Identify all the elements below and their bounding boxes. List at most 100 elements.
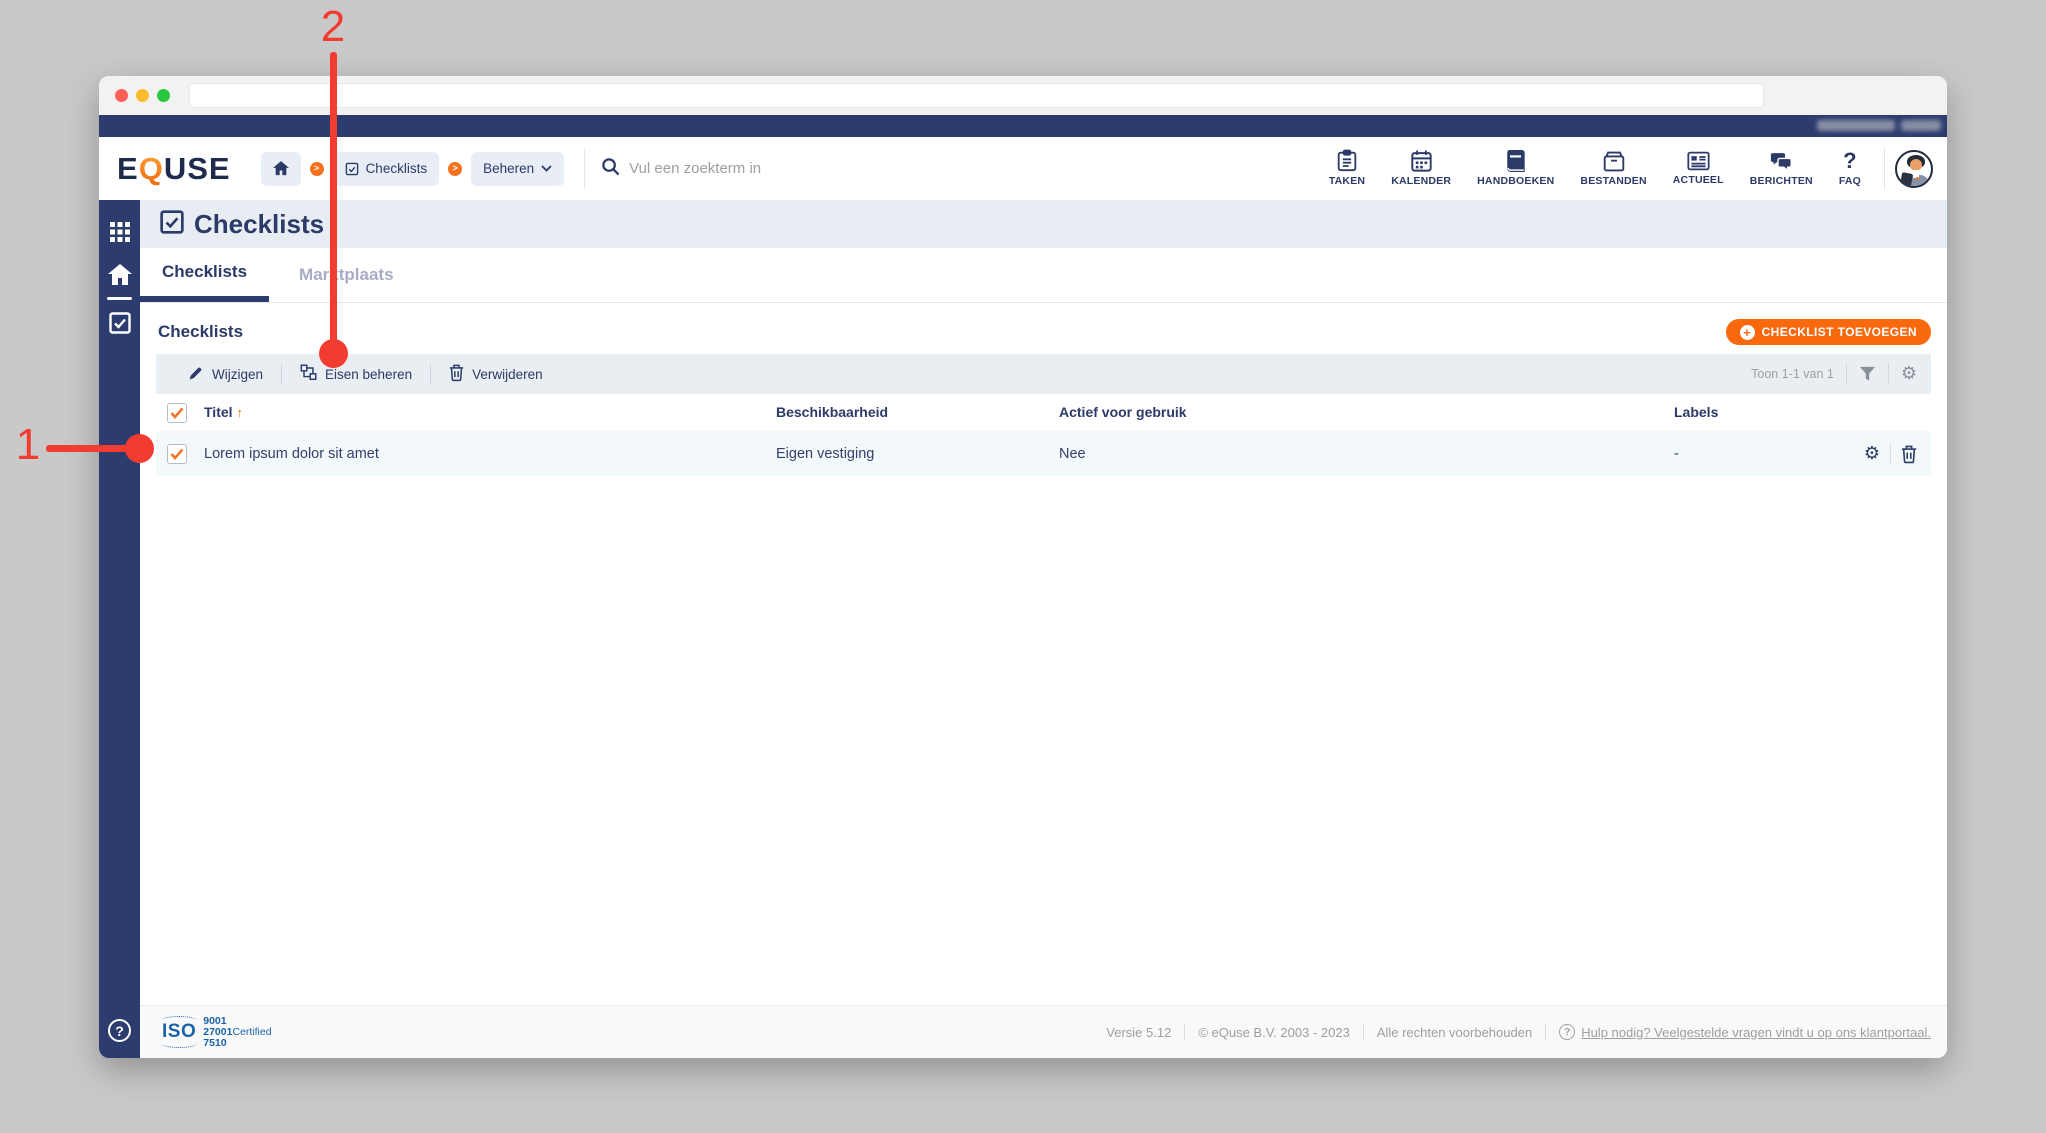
row-delete-trash-icon[interactable] bbox=[1901, 445, 1917, 463]
minimize-window-button[interactable] bbox=[136, 89, 149, 102]
table-settings-gear-icon[interactable]: ⚙ bbox=[1901, 365, 1917, 383]
select-all-checkbox[interactable] bbox=[167, 402, 187, 423]
help-icon[interactable]: ? bbox=[108, 1019, 131, 1042]
column-header-titel[interactable]: Titel bbox=[204, 404, 233, 420]
annotation-marker-2-dot bbox=[319, 339, 348, 368]
redacted-username-suffix bbox=[1901, 120, 1941, 131]
nav-item-taken[interactable]: TAKEN bbox=[1316, 149, 1378, 187]
toolbar-right-separator bbox=[1887, 363, 1889, 385]
table-toolbar: Wijzigen Eisen beheren Verwijderen Toon … bbox=[156, 354, 1931, 394]
sort-ascending-icon: ↑ bbox=[236, 404, 244, 420]
nav-item-actueel[interactable]: ACTUEEL bbox=[1660, 151, 1737, 186]
home-icon bbox=[272, 161, 289, 176]
clipboard-icon bbox=[1337, 149, 1357, 172]
cell-beschikbaarheid: Eigen vestiging bbox=[776, 445, 875, 462]
redacted-username bbox=[1817, 120, 1895, 131]
browser-chrome bbox=[99, 76, 1947, 115]
nav-label: BERICHTEN bbox=[1749, 174, 1813, 187]
column-header-actief[interactable]: Actief voor gebruik bbox=[1059, 404, 1187, 420]
newspaper-icon bbox=[1687, 151, 1710, 171]
logo-letter-q: Q bbox=[138, 150, 164, 186]
search-input[interactable] bbox=[629, 160, 880, 177]
sidebar-divider bbox=[107, 297, 132, 300]
help-circle-icon: ? bbox=[1559, 1024, 1576, 1040]
sidebar: ? bbox=[99, 200, 140, 1058]
row-action-separator bbox=[1890, 443, 1891, 464]
breadcrumb: > Checklists > Beheren bbox=[260, 151, 565, 186]
nav-label: HANDBOEKEN bbox=[1477, 175, 1555, 187]
home-icon bbox=[107, 264, 132, 291]
cell-actief: Nee bbox=[1059, 445, 1086, 462]
column-header-labels[interactable]: Labels bbox=[1674, 404, 1718, 420]
browser-window: E Q USE > Checklists > Beheren Vul een z… bbox=[99, 76, 1947, 1058]
annotation-marker-2-line bbox=[330, 52, 337, 354]
breadcrumb-beheren-dropdown[interactable]: Beheren bbox=[471, 151, 565, 186]
logo-letters-use: USE bbox=[163, 150, 231, 186]
content-area: Checklists + CHECKLIST TOEVOEGEN Wijzige… bbox=[140, 303, 1947, 1005]
nav-item-bestanden[interactable]: BESTANDEN bbox=[1567, 151, 1659, 187]
help-link[interactable]: Hulp nodig? Veelgestelde vragen vindt u … bbox=[1581, 1025, 1931, 1040]
archive-box-icon bbox=[1603, 151, 1625, 172]
sidebar-item-checklists[interactable] bbox=[99, 312, 140, 339]
add-checklist-button-label: CHECKLIST TOEVOEGEN bbox=[1761, 325, 1917, 339]
question-mark-icon: ? bbox=[1843, 148, 1857, 173]
pencil-icon bbox=[188, 365, 204, 384]
checklist-icon bbox=[345, 162, 359, 176]
checklist-icon bbox=[108, 312, 131, 339]
nav-item-handboeken[interactable]: HANDBOEKEN bbox=[1464, 150, 1567, 187]
row-settings-gear-icon[interactable]: ⚙ bbox=[1864, 444, 1880, 463]
cell-labels: - bbox=[1674, 445, 1679, 462]
footer-separator bbox=[1362, 1024, 1364, 1040]
screen: E Q USE > Checklists > Beheren Vul een z… bbox=[0, 0, 2046, 1133]
sidebar-item-apps[interactable] bbox=[99, 222, 140, 247]
manage-requirements-button[interactable]: Eisen beheren bbox=[282, 354, 430, 394]
footer-info: Versie 5.12 © eQuse B.V. 2003 - 2023 All… bbox=[1106, 1024, 1931, 1040]
window-controls bbox=[115, 89, 170, 102]
version-label: Versie 5.12 bbox=[1106, 1024, 1172, 1040]
cell-titel: Lorem ipsum dolor sit amet bbox=[204, 445, 379, 462]
close-window-button[interactable] bbox=[115, 89, 128, 102]
calendar-icon bbox=[1411, 150, 1432, 172]
nav-label: ACTUEEL bbox=[1672, 174, 1724, 186]
annotation-marker-2-label: 2 bbox=[320, 2, 346, 51]
add-checklist-button[interactable]: + CHECKLIST TOEVOEGEN bbox=[1725, 319, 1931, 345]
tab-checklists[interactable]: Checklists bbox=[140, 248, 270, 302]
chat-bubbles-icon bbox=[1770, 151, 1793, 172]
page-title: Checklists bbox=[194, 208, 325, 239]
equse-logo[interactable]: E Q USE bbox=[117, 151, 231, 187]
user-avatar[interactable] bbox=[1895, 149, 1933, 188]
nav-item-kalender[interactable]: KALENDER bbox=[1378, 150, 1464, 187]
delete-button[interactable]: Verwijderen bbox=[431, 354, 561, 394]
address-bar[interactable] bbox=[189, 83, 1764, 108]
breadcrumb-separator-icon: > bbox=[309, 161, 324, 176]
nav-item-berichten[interactable]: BERICHTEN bbox=[1737, 151, 1826, 187]
iso-numbers: 9001 27001Certified 7510 bbox=[203, 1014, 272, 1049]
maximize-window-button[interactable] bbox=[157, 89, 170, 102]
filter-icon[interactable] bbox=[1859, 366, 1876, 382]
nav-item-faq[interactable]: ? FAQ bbox=[1826, 148, 1874, 188]
logo-letter-e: E bbox=[117, 150, 139, 186]
column-header-beschikbaarheid[interactable]: Beschikbaarheid bbox=[776, 404, 888, 420]
section-header-row: Checklists + CHECKLIST TOEVOEGEN bbox=[156, 319, 1931, 345]
nav-label: TAKEN bbox=[1328, 175, 1366, 187]
nav-label: BESTANDEN bbox=[1580, 174, 1647, 187]
breadcrumb-home[interactable] bbox=[260, 151, 301, 186]
manage-requirements-label: Eisen beheren bbox=[325, 366, 413, 382]
search-box bbox=[601, 157, 880, 181]
edit-button[interactable]: Wijzigen bbox=[170, 354, 281, 394]
edit-button-label: Wijzigen bbox=[212, 366, 264, 382]
chevron-down-icon bbox=[541, 165, 552, 172]
book-icon bbox=[1506, 150, 1525, 172]
header-divider bbox=[584, 148, 586, 189]
app-body: ? Checklists . Checklists Marktplaats Ch bbox=[99, 200, 1947, 1058]
sidebar-item-home[interactable] bbox=[99, 264, 140, 291]
breadcrumb-checklists[interactable]: Checklists bbox=[332, 151, 440, 186]
toolbar-right: Toon 1-1 van 1 ⚙ bbox=[1751, 363, 1917, 385]
tab-marktplaats[interactable]: Marktplaats bbox=[277, 248, 415, 302]
row-checkbox[interactable] bbox=[167, 443, 187, 464]
table-row[interactable]: Lorem ipsum dolor sit amet Eigen vestigi… bbox=[156, 431, 1931, 476]
footer: ISO 9001 27001Certified 7510 Versie 5.12… bbox=[140, 1005, 1947, 1058]
page-title-bar: Checklists . bbox=[140, 200, 1947, 248]
breadcrumb-beheren-label: Beheren bbox=[483, 161, 535, 176]
app-header: E Q USE > Checklists > Beheren Vul een z… bbox=[99, 137, 1947, 200]
